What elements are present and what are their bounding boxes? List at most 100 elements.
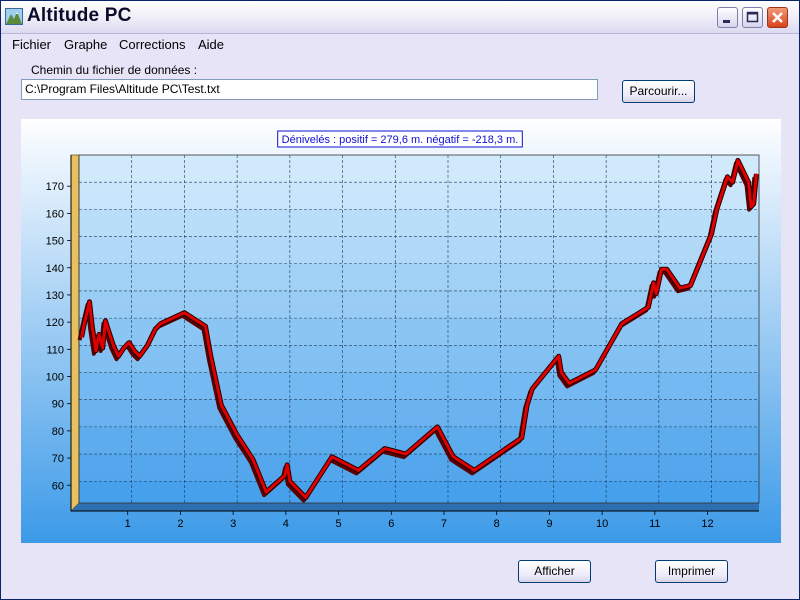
data-point [660,268,663,270]
data-point [88,301,91,303]
data-point [117,355,120,357]
data-point [154,328,157,330]
y-tick-label: 140 [46,263,64,275]
data-point [159,322,162,325]
data-point [204,325,207,328]
chart-band [79,372,759,400]
data-point [557,355,560,357]
chart-band [79,236,759,264]
app-icon [5,8,23,25]
data-point [83,322,86,325]
data-point [750,205,752,208]
x-tick-label: 10 [596,518,608,530]
y-tick-label: 150 [46,236,64,248]
maximize-icon [746,11,759,23]
data-point [731,181,734,183]
y-tick-label: 90 [52,399,64,411]
data-point [689,284,692,287]
data-point [265,491,267,493]
y-tick-label: 160 [46,208,64,220]
maximize-button[interactable] [742,7,763,28]
data-point [101,347,104,349]
y-tick-label: 130 [46,290,64,302]
data-point [568,382,570,385]
data-point [294,485,296,488]
data-point [752,203,755,205]
data-point [531,388,534,390]
data-point [80,336,83,338]
data-point [436,426,439,428]
x-tick-label: 4 [283,518,289,530]
data-point [283,475,286,477]
data-point [95,350,97,352]
data-point [289,480,291,483]
data-point [286,464,289,466]
data-point [133,350,136,352]
close-button[interactable] [767,7,788,28]
data-point [452,456,455,458]
data-point [679,287,681,289]
minimize-button[interactable] [717,7,738,28]
file-path-label: Chemin du fichier de données : [31,63,198,77]
close-icon [772,12,783,23]
menu-corrections[interactable]: Corrections [119,37,185,52]
data-point [304,496,307,499]
chart-band [79,318,759,346]
chart-band [79,209,759,237]
x-tick-label: 5 [336,518,342,530]
data-point [128,341,130,344]
browse-button[interactable]: Parcourir... [622,80,695,103]
menu-graphe[interactable]: Graphe [64,37,107,52]
data-point [236,434,238,436]
menu-fichier[interactable]: Fichier [12,37,51,52]
data-point [183,311,186,314]
data-point [146,344,149,347]
data-point [521,437,523,439]
x-tick-label: 3 [230,518,236,530]
data-point [112,344,115,347]
data-point [621,322,623,325]
x-tick-label: 7 [441,518,447,530]
data-point [473,469,476,472]
file-path-input[interactable]: C:\Program Files\Altitude PC\Test.txt [21,79,598,100]
x-tick-label: 12 [701,518,713,530]
x-tick-label: 8 [494,518,500,530]
x-tick-label: 6 [388,518,394,530]
data-point [252,458,254,461]
data-point [91,325,93,328]
data-point [220,404,223,406]
data-point [405,453,407,455]
x-tick-label: 11 [649,518,660,530]
show-button[interactable]: Afficher [518,560,591,583]
chart-left-wall [70,154,80,512]
chart-band [79,182,759,210]
data-point [138,355,141,357]
chart-band [79,399,759,427]
data-point [655,292,657,295]
y-tick-label: 110 [46,344,64,356]
data-point [716,208,718,211]
menu-aide[interactable]: Aide [198,37,224,52]
y-tick-label: 120 [46,317,64,329]
chart-band [79,481,759,503]
data-point [357,469,360,472]
data-point [107,328,109,330]
data-point [104,320,107,322]
data-point [737,159,739,162]
data-point [755,173,758,175]
app-window: Altitude PC Fichier Graphe Corrections A… [0,0,800,600]
title-bar[interactable]: Altitude PC [1,1,799,34]
chart-title: Dénivelés : positif = 279,6 m. négatif =… [282,134,519,146]
data-point [747,181,750,183]
y-tick-label: 80 [52,426,64,438]
y-tick-label: 170 [46,181,64,193]
data-point [98,333,100,336]
window-title: Altitude PC [27,5,132,26]
data-point [315,480,318,483]
chart-title-box: Dénivelés : positif = 279,6 m. négatif =… [277,130,523,148]
data-point [123,347,125,349]
y-tick-label: 100 [46,372,64,384]
y-tick-label: 70 [52,453,64,465]
print-button[interactable]: Imprimer [655,560,728,583]
data-point [331,456,333,458]
